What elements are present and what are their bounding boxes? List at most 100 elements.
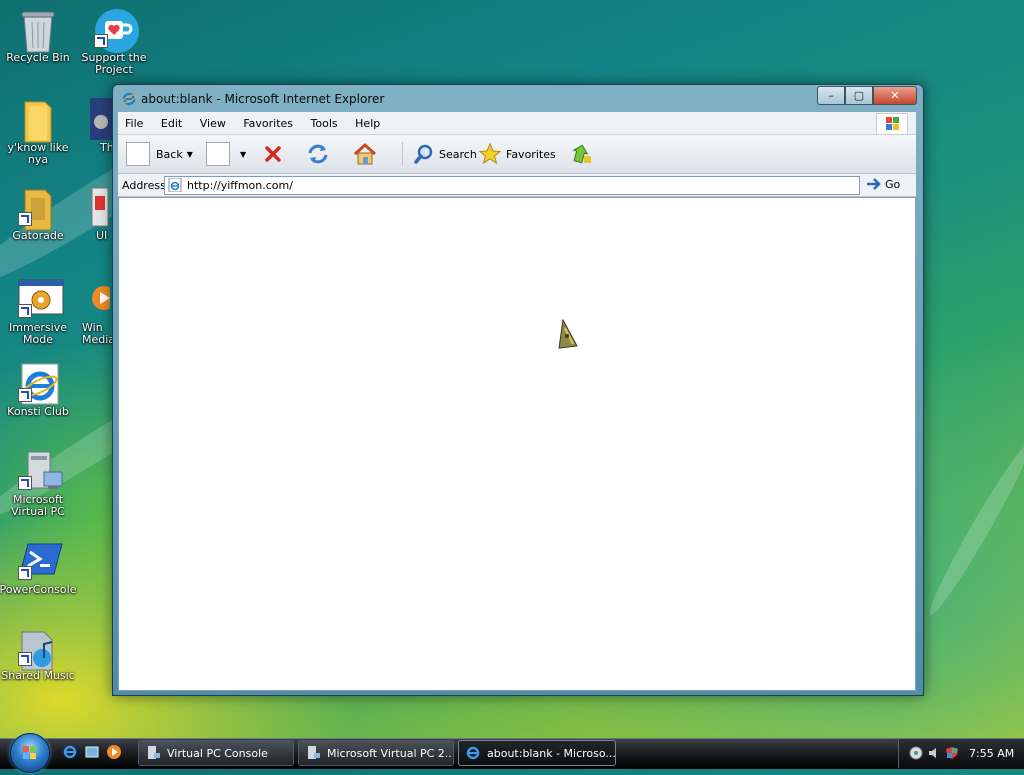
desktop-icon-ui[interactable]: UI	[70, 186, 110, 242]
desktop-icon-label: UI	[96, 229, 108, 242]
shortcut-arrow-icon	[18, 566, 32, 580]
page-content-area[interactable]	[118, 197, 916, 691]
network-icon[interactable]	[909, 746, 923, 760]
security-shield-icon[interactable]	[945, 746, 959, 760]
gear-window-icon	[18, 278, 64, 318]
address-label: Address	[122, 179, 166, 192]
home-button[interactable]	[352, 142, 378, 166]
shortcut-arrow-icon	[18, 388, 32, 402]
desktop-icon-label: Win Media	[82, 321, 116, 346]
chevron-down-icon: ▼	[186, 149, 193, 159]
music-folder-icon	[18, 626, 58, 671]
desktop-icon-yknow-like-nya[interactable]: y'know like nya	[0, 98, 78, 166]
address-value: http://yiffmon.com/	[187, 179, 293, 192]
forward-arrow-icon	[206, 142, 230, 166]
media-player-icon	[90, 278, 116, 318]
internet-explorer-icon	[466, 746, 480, 760]
back-arrow-icon	[126, 142, 150, 166]
menu-edit[interactable]: Edit	[154, 112, 189, 130]
go-button[interactable]: Go	[866, 177, 900, 191]
title-bar[interactable]: about:blank - Microsoft Internet Explore…	[113, 85, 923, 111]
task-label: Microsoft Virtual PC 2...	[327, 746, 453, 760]
mouse-cursor-icon	[558, 318, 578, 349]
menu-view[interactable]: View	[193, 112, 233, 130]
search-button[interactable]: Search	[402, 142, 477, 166]
address-bar: Address http://yiffmon.com/ Go	[118, 174, 916, 197]
taskbar-item-microsoft-virtual-pc[interactable]: Microsoft Virtual PC 2...	[298, 740, 454, 766]
chevron-down-icon: ▼	[240, 149, 247, 159]
system-tray: 7:55 AM	[898, 739, 1024, 768]
menu-favorites[interactable]: Favorites	[236, 112, 300, 130]
stop-button[interactable]	[262, 142, 284, 166]
shortcut-arrow-icon	[18, 212, 32, 226]
desktop-icon-gatorade[interactable]: Gatorade	[0, 186, 78, 242]
wallpaper-streak	[922, 437, 1024, 621]
shortcut-arrow-icon	[94, 34, 108, 48]
desktop-icon-label: y'know like nya	[7, 141, 69, 166]
desktop-icon-label: Immersive Mode	[8, 321, 68, 346]
desktop-icon-label: Konsti Club	[7, 405, 69, 418]
windows-logo-icon	[876, 113, 908, 135]
quicklaunch-ie-icon[interactable]	[62, 744, 78, 760]
menu-help[interactable]: Help	[348, 112, 387, 130]
history-button[interactable]	[570, 142, 594, 166]
internet-explorer-icon	[121, 91, 137, 107]
desktop-icon-shared-music[interactable]: Shared Music	[0, 626, 78, 682]
desktop-icon-immersive-mode[interactable]: Immersive Mode	[0, 278, 78, 346]
volume-icon[interactable]	[927, 746, 941, 760]
desktop-icon-support-the-project[interactable]: Support the Project	[74, 8, 154, 76]
home-icon	[353, 142, 377, 165]
back-button[interactable]: Back ▼	[126, 142, 193, 166]
taskbar-item-internet-explorer[interactable]: about:blank - Microso...	[458, 740, 616, 766]
desktop-icon-th[interactable]: Th	[70, 98, 114, 154]
maximize-button[interactable]: ▢	[845, 86, 873, 105]
taskbar-item-virtual-pc-console[interactable]: Virtual PC Console	[138, 740, 294, 766]
desktop-icon-label: PowerConsole	[0, 583, 77, 596]
shortcut-arrow-icon	[18, 476, 32, 490]
virtual-pc-icon	[148, 746, 160, 759]
close-button[interactable]: ✕	[873, 86, 917, 105]
powershell-icon	[18, 540, 63, 580]
ie-window[interactable]: about:blank - Microsoft Internet Explore…	[112, 84, 924, 696]
menu-tools[interactable]: Tools	[304, 112, 345, 130]
stop-icon	[265, 146, 281, 162]
folder-icon	[18, 98, 58, 143]
star-icon	[478, 142, 502, 165]
refresh-button[interactable]	[306, 142, 330, 166]
virtual-pc-icon	[308, 746, 320, 759]
desktop-icon-microsoft-virtual-pc[interactable]: Microsoft Virtual PC	[0, 450, 78, 518]
menu-bar: File Edit View Favorites Tools Help	[118, 112, 916, 135]
shortcut-arrow-icon	[18, 304, 32, 318]
desktop-icon-win-media[interactable]: Win Media	[70, 278, 116, 346]
quicklaunch-show-desktop-icon[interactable]	[84, 744, 100, 760]
desktop-icon-label: Support the Project	[81, 51, 147, 76]
clock[interactable]: 7:55 AM	[969, 747, 1014, 760]
recycle-bin-icon	[18, 8, 58, 53]
virtual-pc-icon	[18, 450, 63, 490]
address-input[interactable]: http://yiffmon.com/	[164, 176, 860, 195]
minimize-button[interactable]: –	[817, 86, 845, 105]
desktop-icon-recycle-bin[interactable]: Recycle Bin	[0, 8, 78, 64]
forward-button[interactable]: ▼	[206, 142, 246, 166]
app-icon	[90, 186, 110, 227]
heart-mug-icon	[94, 8, 139, 53]
menu-file[interactable]: File	[118, 112, 150, 130]
desktop-icon-konsti-club[interactable]: Konsti Club	[0, 362, 78, 418]
window-title: about:blank - Microsoft Internet Explore…	[141, 92, 385, 106]
task-label: about:blank - Microso...	[487, 746, 615, 760]
favorites-button[interactable]: Favorites	[478, 142, 556, 166]
refresh-icon	[308, 144, 328, 164]
task-label: Virtual PC Console	[167, 746, 268, 760]
windows-logo-icon	[23, 746, 36, 759]
start-button[interactable]	[10, 733, 50, 773]
page-icon	[168, 177, 182, 193]
quicklaunch-media-player-icon[interactable]	[106, 744, 122, 760]
desktop-icon-label: Th	[100, 141, 114, 154]
back-label: Back	[156, 147, 183, 161]
go-arrow-icon	[867, 178, 881, 190]
desktop-icon-powerconsole[interactable]: PowerConsole	[0, 540, 78, 596]
desktop-icon-label: Microsoft Virtual PC	[11, 493, 65, 518]
folder-icon	[18, 186, 58, 231]
search-label: Search	[439, 147, 477, 161]
internet-explorer-icon	[18, 362, 59, 405]
